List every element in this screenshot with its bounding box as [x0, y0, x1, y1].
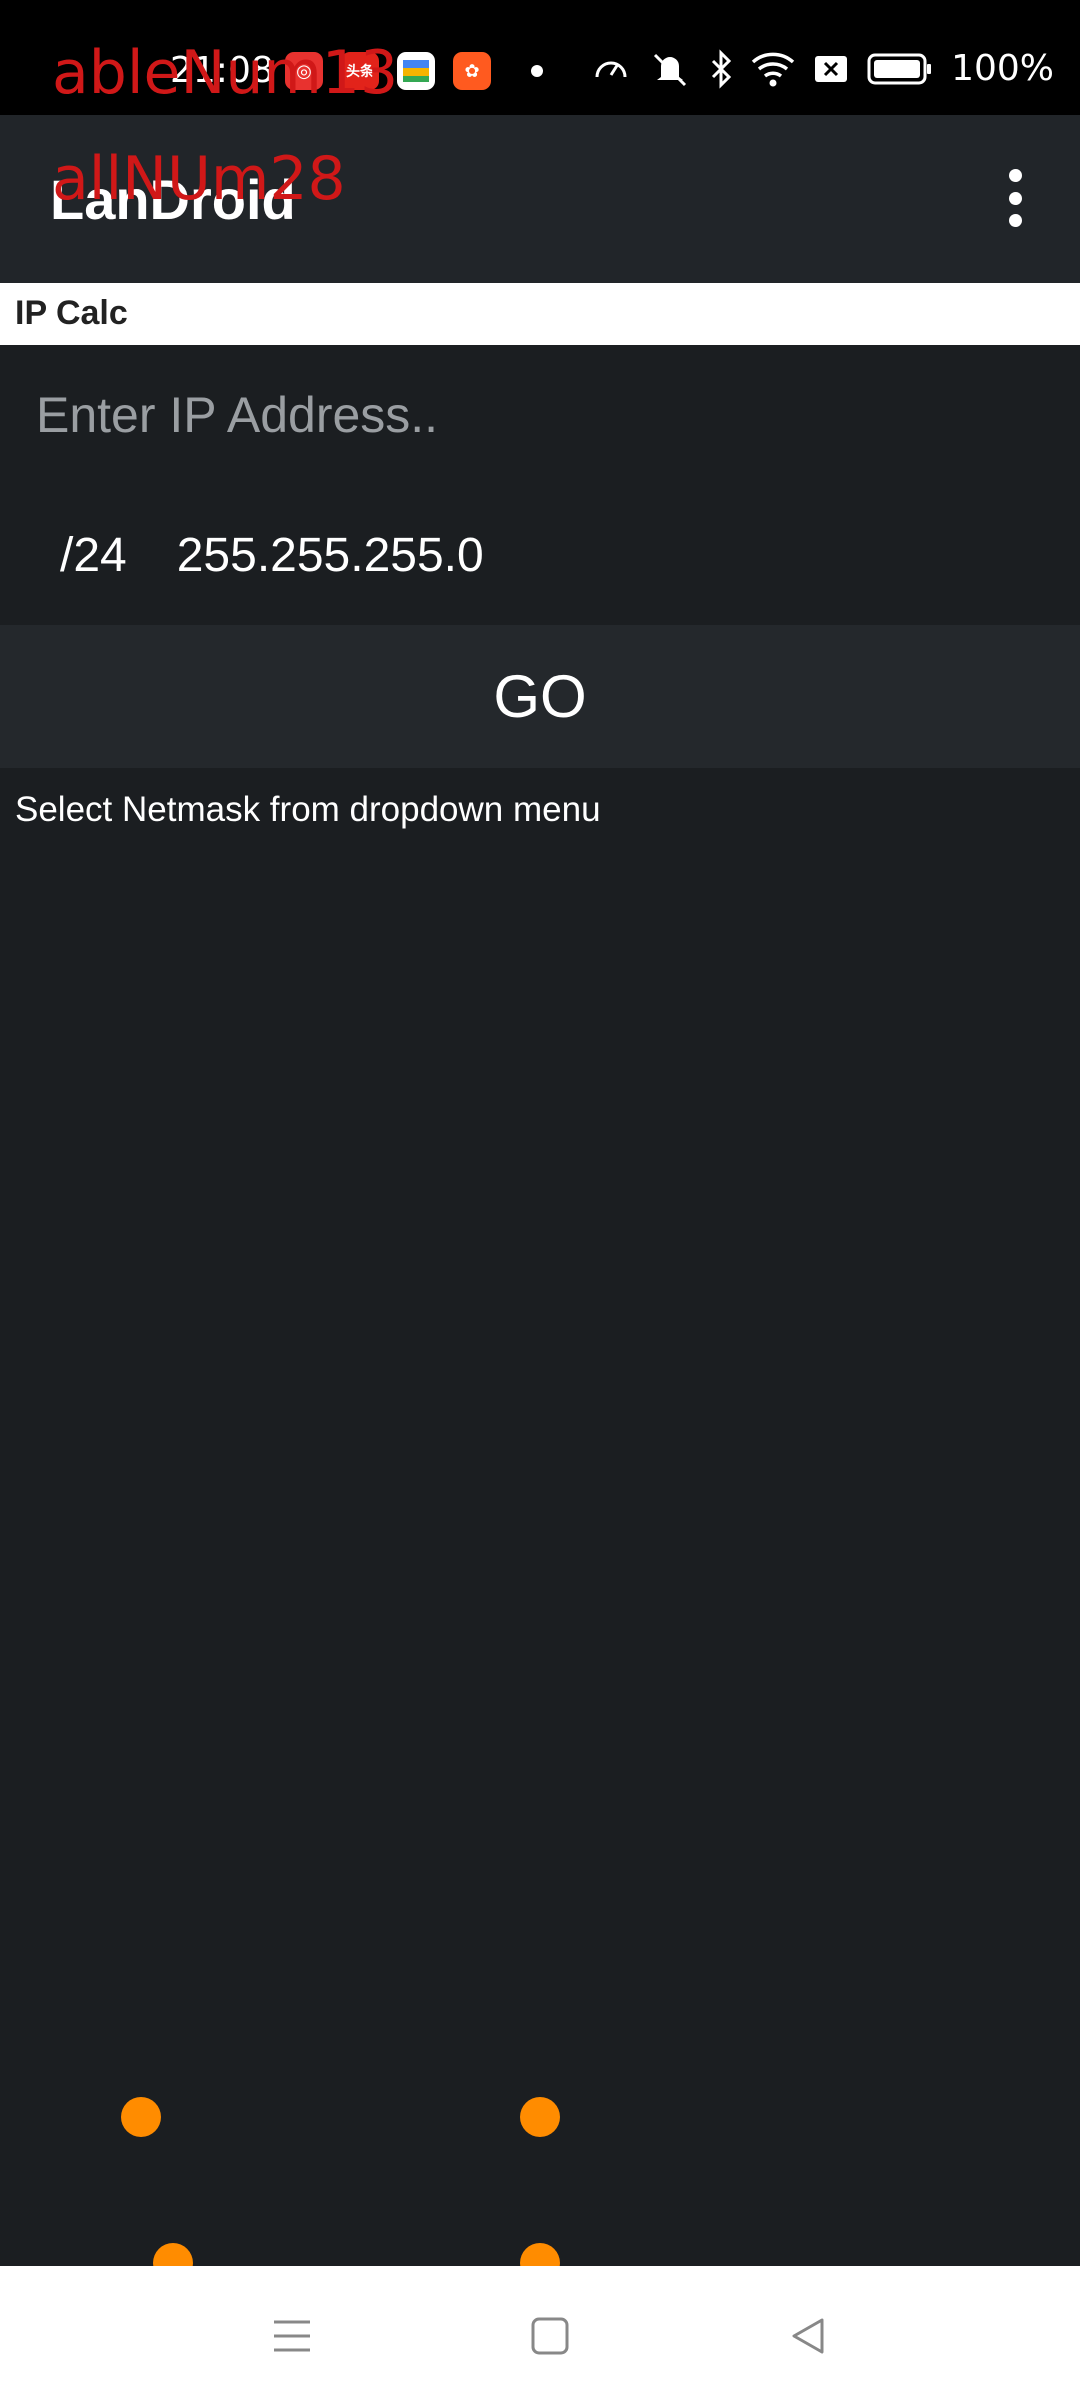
recents-button[interactable] — [262, 2306, 322, 2366]
back-button[interactable] — [778, 2306, 838, 2366]
netmask-hint: Select Netmask from dropdown menu — [15, 790, 601, 829]
back-triangle-icon — [792, 2318, 824, 2354]
overflow-menu-button[interactable] — [990, 163, 1040, 233]
system-icons: 100% — [591, 48, 1054, 89]
netmask-cidr: /24 — [60, 528, 127, 582]
more-notifications-dot-icon — [531, 65, 543, 77]
bluetooth-icon — [712, 48, 732, 89]
battery-percent: 100% — [951, 48, 1054, 89]
netease-music-icon: ◎ — [285, 52, 323, 90]
menu-lines-icon — [274, 2320, 310, 2352]
wifi-icon — [751, 52, 795, 86]
status-bar: 21:08 ◎ 头条 ✿ 100% — [0, 0, 1080, 115]
toutiao-icon: 头条 — [341, 52, 379, 90]
navigation-bar — [0, 2266, 1080, 2400]
kuaishou-icon: ✿ — [453, 52, 491, 90]
tab-ip-calc[interactable]: IP Calc — [0, 283, 1080, 345]
sim-off-icon — [815, 55, 848, 82]
app-bar: LanDroid — [0, 115, 1080, 283]
netmask-value: 255.255.255.0 — [176, 528, 484, 582]
data-saver-icon — [595, 61, 627, 77]
touch-indicator-dot — [520, 2097, 560, 2137]
touch-indicator-dot — [121, 2097, 161, 2137]
tab-label: IP Calc — [15, 294, 128, 332]
notification-icons: ◎ 头条 ✿ — [285, 52, 543, 90]
home-square-icon — [531, 2317, 569, 2355]
maps-icon — [397, 52, 435, 90]
home-button[interactable] — [520, 2306, 580, 2366]
go-button[interactable]: GO — [0, 625, 1080, 768]
netmask-dropdown[interactable]: /24 255.255.255.0 — [0, 485, 1080, 625]
overflow-dot-icon — [1008, 191, 1022, 205]
overflow-dot-icon — [1008, 169, 1022, 182]
app-title: LanDroid — [50, 168, 296, 231]
battery-icon — [867, 53, 932, 84]
overflow-dot-icon — [1008, 214, 1022, 227]
status-time: 21:08 — [170, 50, 274, 91]
ip-address-input[interactable] — [0, 345, 1080, 485]
mute-icon — [654, 53, 687, 86]
